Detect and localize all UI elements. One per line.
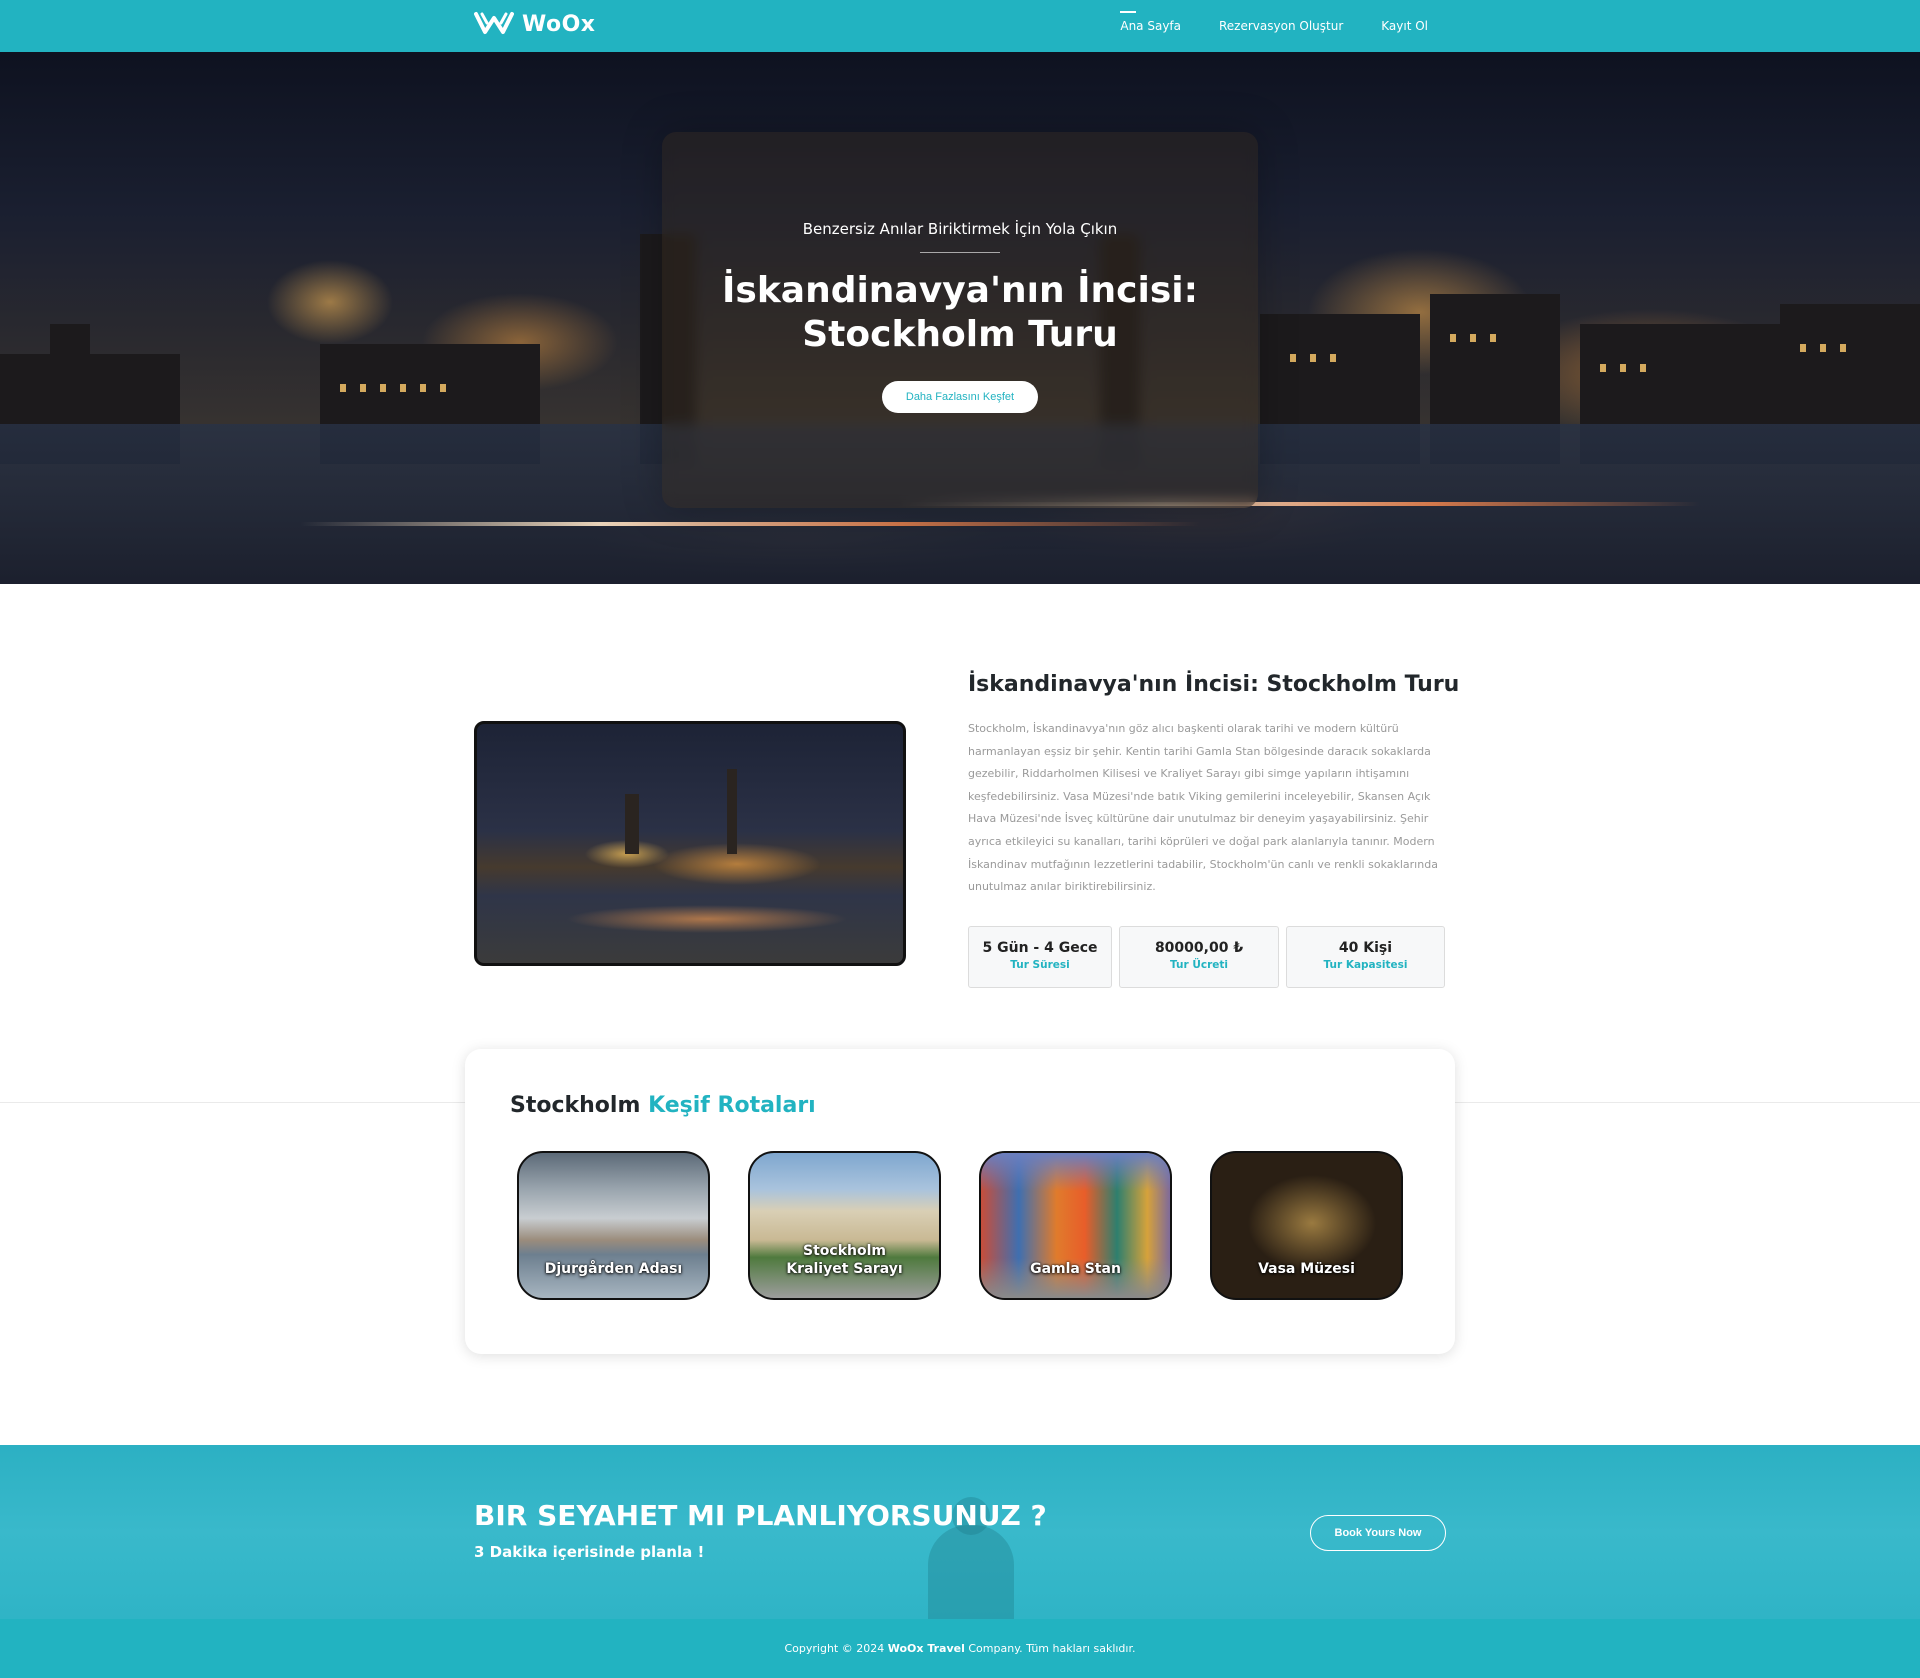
logo-icon [474, 12, 514, 34]
tour-description: Stockholm, İskandinavya'nın göz alıcı ba… [968, 722, 1438, 894]
tour-title: İskandinavya'nın İncisi: Stockholm Turu [968, 672, 1460, 697]
tower-silhouette [625, 794, 639, 854]
stat-label: Tur Ücreti [1170, 959, 1228, 971]
route-label: Vasa Müzesi [1258, 1261, 1355, 1277]
nav-register[interactable]: Kayıt Ol [1381, 19, 1428, 33]
routes-title-accent: Keşif Rotaları [648, 1093, 816, 1118]
hero-card: Benzersiz Anılar Biriktirmek İçin Yola Ç… [662, 132, 1258, 508]
stat-label: Tur Kapasitesi [1323, 959, 1408, 971]
stockholm-night-image [474, 721, 906, 966]
routes-title: Stockholm Keşif Rotaları [510, 1093, 816, 1118]
main-nav: Ana Sayfa Rezervasyon Oluştur Kayıt Ol [1120, 0, 1428, 52]
stat-capacity: 40 Kişi Tur Kapasitesi [1286, 926, 1445, 988]
stat-label: Tur Süresi [1010, 959, 1070, 971]
cta-banner: BIR SEYAHET MI PLANLIYORSUNUZ ? 3 Dakika… [0, 1445, 1920, 1619]
stat-value: 5 Gün - 4 Gece [982, 940, 1098, 956]
site-header: WoOx Ana Sayfa Rezervasyon Oluştur Kayıt… [0, 0, 1920, 52]
site-footer: Copyright © 2024 WoOx Travel Company. Tü… [0, 1619, 1920, 1678]
copyright-prefix: Copyright © 2024 [784, 1642, 885, 1655]
cta-title: BIR SEYAHET MI PLANLIYORSUNUZ ? [474, 1499, 1047, 1532]
route-label: Djurgården Adası [544, 1261, 683, 1277]
hero-divider [920, 252, 1000, 253]
nav-create-reservation[interactable]: Rezervasyon Oluştur [1219, 19, 1343, 33]
route-card-djurgarden[interactable]: Djurgården Adası [517, 1151, 710, 1300]
brand-name: WoOx [522, 11, 596, 37]
route-card-vasa-museum[interactable]: Vasa Müzesi [1210, 1151, 1403, 1300]
explore-more-button[interactable]: Daha Fazlasını Keşfet [881, 381, 1039, 413]
stat-price: 80000,00 ₺ Tur Ücreti [1119, 926, 1279, 988]
tower-silhouette [727, 769, 737, 854]
route-card-gamla-stan[interactable]: Gamla Stan [979, 1151, 1172, 1300]
copyright-suffix: Company. Tüm hakları saklıdır. [968, 1642, 1136, 1655]
tour-stats: 5 Gün - 4 Gece Tur Süresi 80000,00 ₺ Tur… [968, 926, 1445, 988]
stat-value: 80000,00 ₺ [1154, 940, 1244, 956]
stat-duration: 5 Gün - 4 Gece Tur Süresi [968, 926, 1112, 988]
book-now-button[interactable]: Book Yours Now [1310, 1515, 1446, 1551]
cta-subtitle: 3 Dakika içerisinde planla ! [474, 1543, 705, 1561]
routes-card: Stockholm Keşif Rotaları Djurgården Adas… [465, 1049, 1455, 1354]
route-label: Gamla Stan [1030, 1261, 1121, 1277]
light-trail [300, 522, 1200, 526]
stat-value: 40 Kişi [1338, 940, 1393, 956]
copyright-company: WoOx Travel [887, 1642, 965, 1655]
routes-title-main: Stockholm [510, 1093, 641, 1118]
hero-title: İskandinavya'nın İncisi: Stockholm Turu [722, 270, 1198, 355]
logo[interactable]: WoOx [474, 10, 596, 38]
hero-subtitle: Benzersiz Anılar Biriktirmek İçin Yola Ç… [802, 220, 1118, 238]
nav-home[interactable]: Ana Sayfa [1120, 11, 1181, 33]
person-silhouette [928, 1497, 1014, 1619]
hero-banner: Benzersiz Anılar Biriktirmek İçin Yola Ç… [0, 52, 1920, 584]
route-label: Stockholm Kraliyet Sarayı [786, 1243, 903, 1277]
route-card-royal-palace[interactable]: Stockholm Kraliyet Sarayı [748, 1151, 941, 1300]
